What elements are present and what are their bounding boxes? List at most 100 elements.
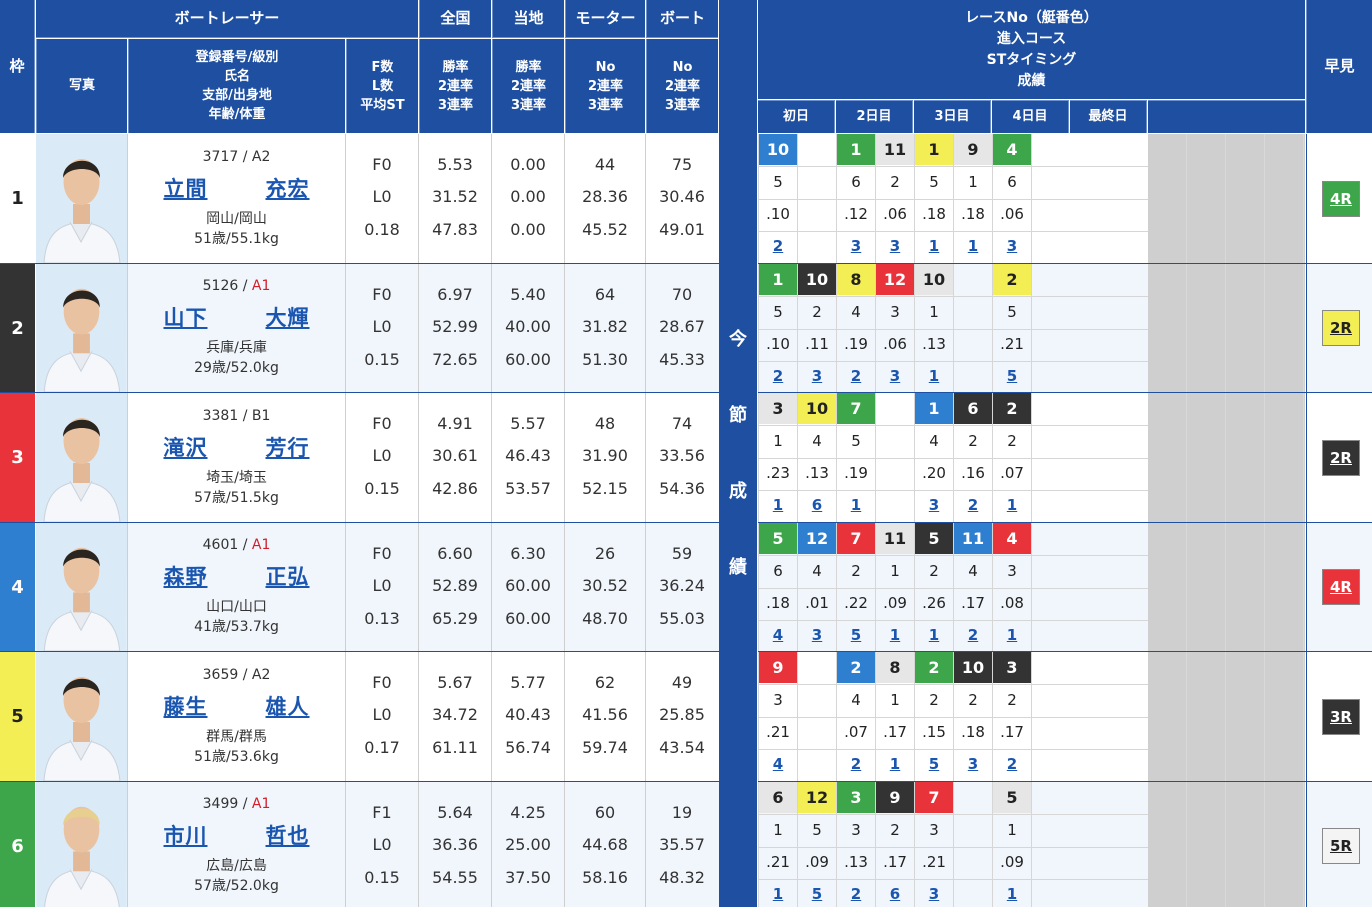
national-stat: 72.65	[432, 349, 478, 369]
racer-name-link[interactable]: 滝沢 芳行	[164, 432, 310, 462]
finish-rank-link[interactable]: 3	[876, 361, 914, 391]
finish-rank-text[interactable]: 2	[851, 885, 861, 903]
early-race-button[interactable]: 5R	[1322, 828, 1360, 864]
racer-name-link[interactable]: 山下 大輝	[164, 302, 310, 332]
finish-rank-text[interactable]: 3	[812, 626, 822, 644]
finish-rank-text[interactable]: 2	[851, 367, 861, 385]
finish-rank-link[interactable]: 1	[993, 490, 1031, 520]
finish-rank-link[interactable]: 2	[837, 879, 875, 907]
finish-rank-text[interactable]: 1	[1007, 885, 1017, 903]
finish-rank-link[interactable]: 1	[915, 620, 953, 650]
finish-rank-text[interactable]: 1	[929, 237, 939, 255]
finish-rank-text[interactable]: 1	[929, 626, 939, 644]
finish-rank-text[interactable]: 2	[1007, 755, 1017, 773]
national-stat: 30.61	[432, 446, 478, 465]
finish-rank-text[interactable]: 3	[1007, 237, 1017, 255]
racer-name-link[interactable]: 立間 充宏	[164, 173, 310, 203]
finish-rank-text[interactable]: 1	[929, 367, 939, 385]
finish-rank-link[interactable]: 2	[954, 620, 992, 650]
racer-given-name: 芳行	[265, 435, 310, 460]
finish-rank-text[interactable]: 3	[851, 237, 861, 255]
finish-rank-text[interactable]: 2	[773, 367, 783, 385]
finish-rank-link[interactable]: 3	[993, 231, 1031, 261]
early-race-button[interactable]: 4R	[1322, 180, 1360, 217]
finish-rank-text[interactable]: 3	[812, 367, 822, 385]
finish-rank-link[interactable]: 3	[798, 620, 836, 650]
finish-rank-link[interactable]: 1	[915, 231, 953, 261]
finish-rank-text[interactable]: 1	[890, 755, 900, 773]
finish-rank-link[interactable]: 3	[798, 361, 836, 391]
finish-rank-link[interactable]: 5	[837, 620, 875, 650]
finish-rank-text[interactable]: 5	[812, 885, 822, 903]
finish-rank-text[interactable]: 3	[968, 755, 978, 773]
branch-hometown: 兵庫/兵庫	[206, 340, 267, 356]
finish-rank-text[interactable]: 4	[773, 626, 783, 644]
finish-rank-text[interactable]: 1	[773, 885, 783, 903]
entry-course: 3	[773, 691, 783, 709]
finish-rank-text[interactable]: 2	[773, 237, 783, 255]
finish-rank-link[interactable]: 5	[915, 749, 953, 779]
finish-rank-link[interactable]: 3	[837, 231, 875, 261]
finish-rank-link[interactable]: 1	[759, 879, 797, 907]
finish-rank-text[interactable]: 3	[929, 885, 939, 903]
finish-rank-link[interactable]: 2	[993, 749, 1031, 779]
finish-rank-text[interactable]: 1	[773, 496, 783, 514]
early-race-button[interactable]: 4R	[1322, 569, 1360, 605]
finish-rank-text[interactable]: 1	[851, 496, 861, 514]
finish-rank-text[interactable]: 6	[890, 885, 900, 903]
finish-rank-text[interactable]: 3	[929, 496, 939, 514]
finish-rank-link[interactable]: 5	[798, 879, 836, 907]
finish-rank-text[interactable]: 1	[1007, 496, 1017, 514]
finish-rank-text[interactable]: 5	[1007, 367, 1017, 385]
fl-value: 0.15	[364, 867, 400, 887]
racer-name-link[interactable]: 森野 正弘	[164, 561, 310, 591]
finish-rank-text[interactable]: 2	[968, 626, 978, 644]
current-series-band: 今節成績	[719, 0, 757, 907]
finish-rank-link[interactable]: 2	[837, 749, 875, 779]
racer-name-link[interactable]: 市川 哲也	[164, 820, 310, 850]
finish-rank-link[interactable]: 6	[876, 879, 914, 907]
finish-rank-link[interactable]: 2	[759, 231, 797, 261]
finish-rank-text[interactable]: 1	[968, 237, 978, 255]
finish-rank-text[interactable]: 1	[1007, 626, 1017, 644]
finish-rank-link[interactable]: 1	[993, 620, 1031, 650]
finish-rank-link[interactable]: 3	[954, 749, 992, 779]
finish-rank-link[interactable]: 5	[993, 361, 1031, 391]
finish-rank-text[interactable]: 1	[890, 626, 900, 644]
finish-rank-text[interactable]: 3	[890, 367, 900, 385]
finish-rank-link[interactable]: 1	[954, 231, 992, 261]
early-race-button[interactable]: 2R	[1322, 310, 1360, 346]
finish-rank-link[interactable]: 1	[837, 490, 875, 520]
finish-rank-text[interactable]: 4	[773, 755, 783, 773]
registration-number: 3499	[202, 796, 239, 812]
finish-rank-text[interactable]: 2	[968, 496, 978, 514]
finish-rank-link[interactable]: 3	[876, 231, 914, 261]
finish-rank-link[interactable]: 4	[759, 620, 797, 650]
finish-rank-link[interactable]: 1	[876, 749, 914, 779]
boat-stat: 45.33	[659, 349, 705, 369]
st-timing: .18	[961, 205, 985, 223]
racer-name-link[interactable]: 藤生 雄人	[164, 691, 310, 721]
finish-rank-link[interactable]: 6	[798, 490, 836, 520]
finish-rank-link[interactable]: 2	[759, 361, 797, 391]
header-all-sub-line: 3連率	[437, 97, 474, 113]
race-number-badge: 12	[798, 523, 836, 554]
finish-rank-text[interactable]: 2	[851, 755, 861, 773]
finish-rank-link[interactable]: 1	[876, 620, 914, 650]
finish-rank-link[interactable]: 2	[954, 490, 992, 520]
finish-rank-text[interactable]: 3	[890, 237, 900, 255]
finish-rank-link[interactable]: 1	[993, 879, 1031, 907]
finish-rank-text[interactable]: 5	[929, 755, 939, 773]
finish-rank-link[interactable]: 2	[837, 361, 875, 391]
early-race-button[interactable]: 3R	[1322, 698, 1360, 735]
finish-rank-text[interactable]: 6	[812, 496, 822, 514]
early-race-button[interactable]: 2R	[1322, 439, 1360, 476]
finish-rank-text[interactable]: 5	[851, 626, 861, 644]
racer-class: A2	[251, 148, 271, 165]
finish-rank-link[interactable]: 3	[915, 879, 953, 907]
finish-rank-link[interactable]: 4	[759, 749, 797, 779]
finish-rank-link[interactable]: 3	[915, 490, 953, 520]
race-number-badge: 1	[915, 134, 953, 165]
finish-rank-link[interactable]: 1	[915, 361, 953, 391]
finish-rank-link[interactable]: 1	[759, 490, 797, 520]
